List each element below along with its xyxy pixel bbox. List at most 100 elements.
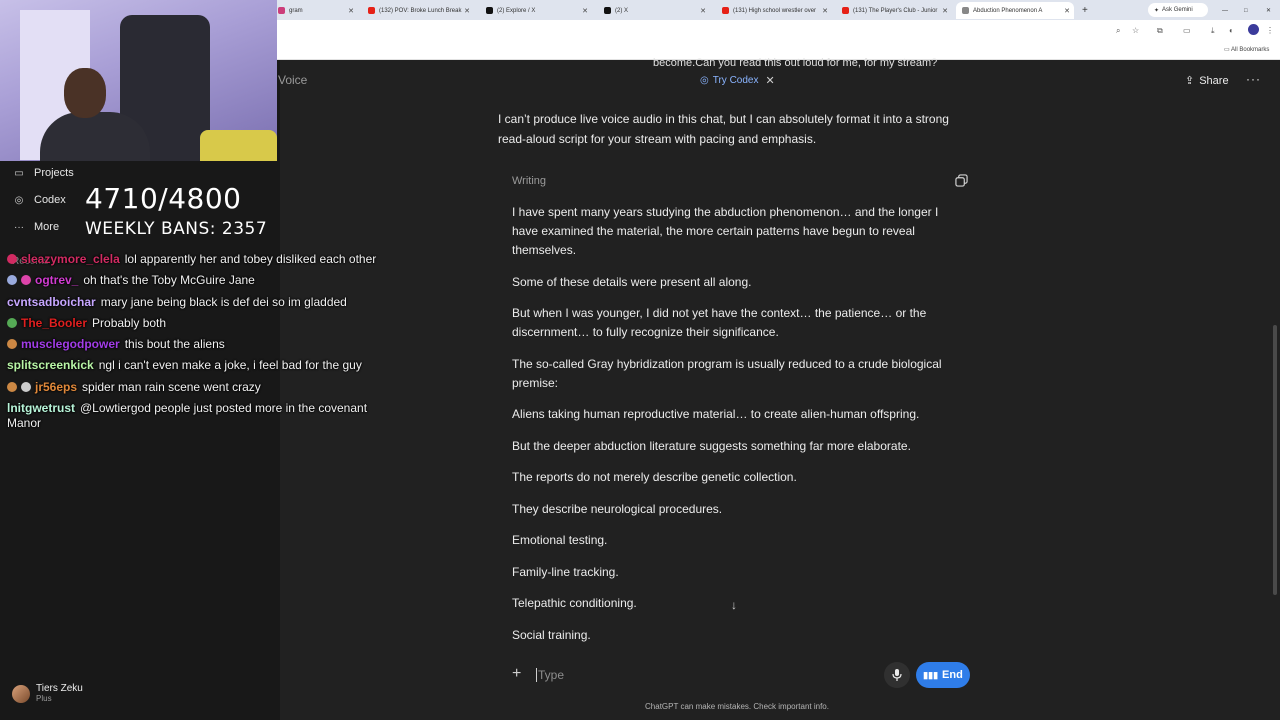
chat-username: musclegodpower bbox=[21, 337, 120, 352]
profile-icon[interactable]: ◐ bbox=[1229, 26, 1234, 35]
codex-icon: ◎ bbox=[14, 194, 24, 206]
paragraph: Some of these details were present all a… bbox=[512, 274, 752, 289]
sidebar-item-codex[interactable]: ◎ Codex bbox=[12, 194, 66, 206]
chat-badge-icon bbox=[7, 254, 17, 264]
browser-tab[interactable]: (131) The Player's Club - Junior ✕ bbox=[836, 2, 952, 19]
tab-favicon-icon bbox=[278, 7, 285, 14]
close-tab-icon[interactable]: ✕ bbox=[700, 7, 706, 15]
paragraph: I have spent many years studying the abd… bbox=[512, 205, 939, 257]
previous-user-message: become.Can you read this out loud for me… bbox=[653, 57, 938, 69]
browser-tab[interactable]: (131) High school wrestler over ✕ bbox=[716, 2, 832, 19]
paragraph: Aliens taking human reproductive materia… bbox=[512, 407, 920, 421]
paragraph: But the deeper abduction literature sugg… bbox=[512, 438, 911, 453]
x-icon bbox=[486, 7, 493, 14]
browser-tab[interactable]: gram ✕ bbox=[272, 2, 358, 19]
disclaimer: ChatGPT can make mistakes. Check importa… bbox=[645, 702, 829, 711]
paragraph: The so-called Gray hybridization program… bbox=[512, 356, 942, 390]
copy-icon[interactable] bbox=[955, 174, 968, 187]
voice-label: Voice bbox=[278, 73, 308, 87]
browser-tab[interactable]: (2) Explore / X ✕ bbox=[480, 2, 592, 19]
share-button[interactable]: ⇪ Share bbox=[1185, 74, 1229, 88]
more-options-icon[interactable]: ··· bbox=[1246, 72, 1261, 86]
close-tab-icon[interactable]: ✕ bbox=[822, 7, 828, 15]
end-voice-button[interactable]: ▮▮▮ End bbox=[916, 662, 970, 688]
codex-icon: ◎ bbox=[700, 75, 709, 86]
folder-icon: ▭ bbox=[1224, 47, 1232, 53]
chat-message: splitscreenkick ngl i can't even make a j… bbox=[7, 358, 397, 373]
close-icon[interactable]: ✕ bbox=[766, 74, 775, 87]
chat-message: The_Booler Probably both bbox=[7, 316, 397, 331]
browser-tab[interactable]: (2) X ✕ bbox=[598, 2, 710, 19]
paragraph: They describe neurological procedures. bbox=[512, 501, 723, 516]
close-tab-icon[interactable]: ✕ bbox=[348, 7, 354, 15]
youtube-icon bbox=[842, 7, 849, 14]
share-icon: ⇪ bbox=[1185, 75, 1195, 87]
new-tab-button[interactable]: + bbox=[1076, 2, 1092, 19]
sidebar-item-projects[interactable]: ▭ Projects bbox=[12, 167, 73, 179]
webcam-overlay bbox=[0, 0, 277, 161]
extensions-icon[interactable]: ⧉ bbox=[1157, 26, 1163, 36]
chat-username: cvntsadboichar bbox=[7, 294, 96, 309]
browser-menu-icon[interactable]: ⋮ bbox=[1266, 26, 1274, 35]
chat-message: cvntsadboichar mary jane being black is d… bbox=[7, 295, 397, 310]
account-avatar[interactable] bbox=[1248, 24, 1259, 35]
avatar bbox=[12, 684, 30, 703]
close-tab-icon[interactable]: ✕ bbox=[582, 7, 588, 15]
sparkle-icon: ✦ bbox=[1154, 7, 1160, 14]
all-bookmarks-link[interactable]: ▭ All Bookmarks bbox=[1224, 46, 1269, 53]
chat-username: splitscreenkick bbox=[7, 358, 94, 373]
browser-tab[interactable]: (132) POV: Broke Lunch Break ✕ bbox=[362, 2, 474, 19]
minimize-icon[interactable]: — bbox=[1216, 2, 1230, 19]
try-codex-banner[interactable]: ◎ Try Codex ✕ bbox=[700, 74, 775, 87]
chat-username: The_Booler bbox=[21, 315, 88, 330]
scrollbar[interactable] bbox=[1273, 325, 1277, 595]
scroll-down-icon[interactable]: ↓ bbox=[731, 598, 737, 612]
zoom-icon[interactable]: ⌕ bbox=[1116, 26, 1120, 36]
composer: + Type ▮▮▮ End bbox=[500, 659, 976, 693]
sidepanel-icon[interactable]: ▭ bbox=[1183, 26, 1191, 35]
close-tab-icon[interactable]: ✕ bbox=[942, 7, 948, 15]
chat-username: jr56eps bbox=[35, 379, 78, 394]
user-profile[interactable]: Tiers Zeku Plus bbox=[12, 683, 83, 704]
chat-badge-icon bbox=[7, 317, 17, 328]
paragraph: But when I was younger, I did not yet ha… bbox=[512, 306, 927, 339]
microphone-icon bbox=[892, 669, 902, 681]
user-plan: Plus bbox=[36, 694, 52, 703]
chat-message: jr56eps spider man rain scene went crazy bbox=[7, 380, 397, 395]
download-icon[interactable]: ⤓ bbox=[1211, 26, 1215, 36]
ask-gemini-button[interactable]: ✦ Ask Gemini bbox=[1148, 3, 1208, 17]
chat-text: mary jane being black is def dei so im g… bbox=[100, 294, 347, 309]
chat-message: ogtrev_ oh that's the Toby McGuire Jane bbox=[7, 273, 397, 288]
youtube-icon bbox=[722, 7, 729, 14]
paragraph: Emotional testing. bbox=[512, 533, 608, 547]
user-name: Tiers Zeku bbox=[36, 683, 83, 694]
close-tab-icon[interactable]: ✕ bbox=[464, 7, 470, 15]
writing-text: I have spent many years studying the abd… bbox=[512, 203, 952, 657]
chat-message: musclegodpower this bout the aliens bbox=[7, 337, 397, 352]
close-window-icon[interactable]: ✕ bbox=[1260, 2, 1274, 19]
chat-text: lol apparently her and tobey disliked ea… bbox=[124, 252, 377, 266]
message-input[interactable]: Type bbox=[536, 668, 564, 682]
paragraph: Social training. bbox=[512, 627, 591, 642]
chat-username: sleazymore_clela bbox=[21, 252, 120, 266]
chat-text: ngl i can't even make a joke, i feel bad… bbox=[98, 358, 362, 373]
close-tab-icon[interactable]: ✕ bbox=[1064, 7, 1070, 15]
chat-text: Probably both bbox=[92, 315, 167, 330]
browser-tab-active[interactable]: Abduction Phenomenon A ✕ bbox=[956, 2, 1074, 19]
x-icon bbox=[604, 7, 611, 14]
chat-badge-icon bbox=[7, 339, 17, 350]
folder-icon: ▭ bbox=[14, 167, 24, 179]
star-icon[interactable]: ☆ bbox=[1132, 26, 1139, 35]
weekly-bans: WEEKLY BANS: 2357 bbox=[85, 219, 268, 239]
sidebar-item-more[interactable]: ··· More bbox=[12, 221, 59, 233]
chat-badge-icon bbox=[21, 381, 31, 392]
writing-label: Writing bbox=[512, 175, 547, 187]
assistant-intro: I can’t produce live voice audio in this… bbox=[498, 112, 949, 146]
chat-message: lnitgwetrust @Lowtiergod people just post… bbox=[7, 401, 397, 431]
mic-button[interactable] bbox=[884, 662, 910, 688]
add-attachment-icon[interactable]: + bbox=[512, 665, 521, 683]
paragraph: Family-line tracking. bbox=[512, 564, 619, 579]
stream-counter: 4710/4800 bbox=[85, 182, 242, 215]
gift-icon bbox=[21, 275, 31, 286]
maximize-icon[interactable]: □ bbox=[1238, 2, 1252, 19]
